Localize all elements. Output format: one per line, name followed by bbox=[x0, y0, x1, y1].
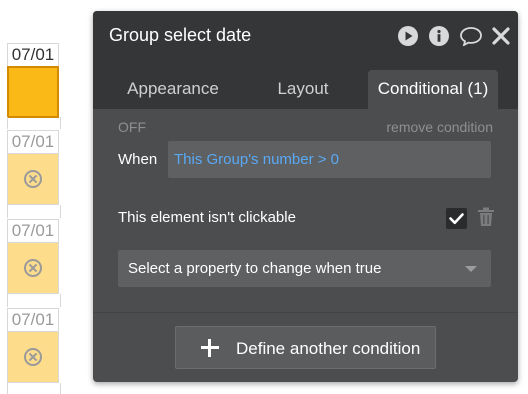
condition-status[interactable]: OFF bbox=[118, 119, 146, 135]
when-label: When bbox=[118, 151, 158, 168]
play-icon[interactable] bbox=[398, 26, 418, 46]
cancel-icon bbox=[24, 259, 42, 277]
calendar-cell-body[interactable] bbox=[7, 331, 59, 383]
cancel-icon bbox=[24, 170, 42, 188]
calendar-cell-body[interactable] bbox=[7, 153, 59, 205]
remove-condition-link[interactable]: remove condition bbox=[386, 119, 493, 135]
calendar-date: 07/01 bbox=[7, 219, 59, 242]
calendar-date: 07/01 bbox=[7, 130, 59, 153]
not-clickable-checkbox[interactable] bbox=[446, 208, 467, 229]
property-select-label: Select a property to change when true bbox=[128, 260, 382, 277]
panel-title: Group select date bbox=[109, 25, 252, 45]
calendar-cell-body[interactable] bbox=[7, 242, 59, 294]
calendar-date: 07/01 bbox=[7, 308, 59, 331]
cell-divider bbox=[7, 205, 61, 218]
define-another-condition-button[interactable]: Define another condition bbox=[175, 326, 436, 369]
not-clickable-label: This element isn't clickable bbox=[118, 209, 296, 226]
calendar-cell-body[interactable] bbox=[7, 66, 59, 118]
condition-expression-field[interactable]: This Group's number > 0 bbox=[168, 141, 491, 178]
condition-expression[interactable]: This Group's number > 0 bbox=[174, 151, 339, 168]
calendar-cell[interactable]: 07/01 bbox=[7, 130, 59, 205]
define-another-condition-label: Define another condition bbox=[236, 339, 421, 358]
close-icon[interactable] bbox=[492, 26, 510, 46]
calendar-cell[interactable]: 07/01 bbox=[7, 219, 59, 294]
cell-divider bbox=[7, 117, 61, 129]
cell-divider bbox=[7, 294, 61, 307]
plus-icon bbox=[201, 339, 219, 357]
calendar-cell[interactable]: 07/01 bbox=[7, 43, 59, 118]
tab-layout[interactable]: Layout bbox=[253, 70, 353, 109]
chevron-down-icon bbox=[465, 266, 477, 272]
cell-divider bbox=[7, 383, 61, 394]
property-editor-panel: Group select date Appearance Layout Cond… bbox=[93, 11, 518, 382]
tab-bar: Appearance Layout Conditional (1) bbox=[93, 61, 518, 109]
calendar-strip: 07/01 07/01 07/01 07/01 bbox=[0, 0, 66, 394]
property-select[interactable]: Select a property to change when true bbox=[118, 250, 491, 287]
panel-header[interactable]: Group select date bbox=[93, 11, 518, 61]
tab-appearance[interactable]: Appearance bbox=[113, 70, 233, 109]
calendar-cell[interactable]: 07/01 bbox=[7, 308, 59, 383]
trash-icon[interactable] bbox=[477, 207, 495, 227]
tab-conditional[interactable]: Conditional (1) bbox=[368, 70, 498, 109]
section-divider bbox=[93, 312, 518, 313]
info-icon[interactable] bbox=[429, 26, 449, 46]
calendar-date: 07/01 bbox=[7, 43, 59, 66]
comment-icon[interactable] bbox=[459, 26, 483, 46]
cancel-icon bbox=[24, 348, 42, 366]
